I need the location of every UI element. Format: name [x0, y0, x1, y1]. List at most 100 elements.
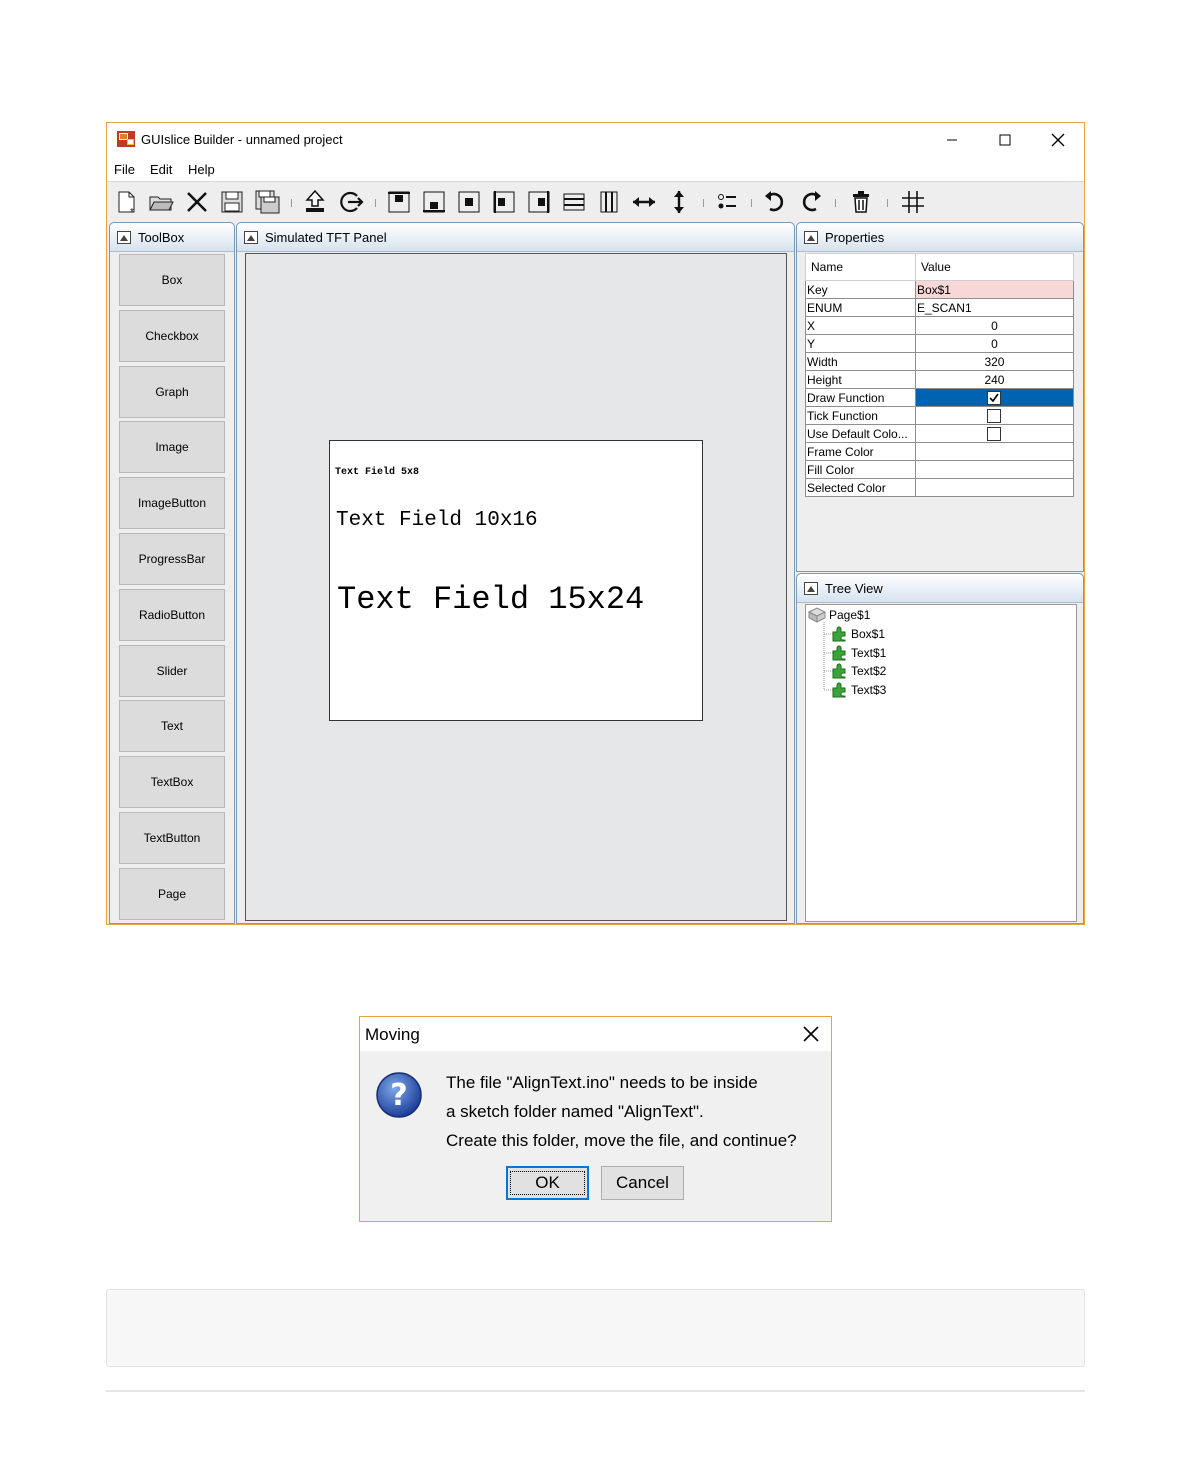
align-bottom-icon[interactable]	[420, 188, 448, 216]
property-name: Use Default Colo...	[805, 424, 916, 443]
property-row[interactable]: Draw Function	[805, 388, 1075, 407]
main-window: GUIslice Builder - unnamed project File …	[106, 122, 1085, 925]
property-checkbox[interactable]	[987, 408, 1002, 423]
toolbox-button-textbutton[interactable]: TextButton	[119, 812, 225, 864]
undo-icon[interactable]	[761, 188, 789, 216]
tree-item[interactable]: Box$1	[831, 625, 885, 643]
property-row[interactable]: Y0	[805, 334, 1075, 353]
tft-text-15x24[interactable]: Text Field 15x24	[337, 581, 644, 618]
property-name: Height	[805, 370, 916, 389]
property-value[interactable]: 0	[914, 334, 1075, 353]
property-value[interactable]	[914, 460, 1075, 479]
dialog-message-line-1: The file "AlignText.ino" needs to be ins…	[446, 1073, 758, 1092]
property-row[interactable]: Height 240	[805, 370, 1075, 389]
properties-table: Name Value Key Box$1 ENUM E_SCAN1 X 0 Y 0 Width 3…	[805, 253, 1075, 497]
toolbox-button-checkbox[interactable]: Checkbox	[119, 309, 225, 362]
delete-icon[interactable]	[847, 188, 875, 216]
property-value[interactable]	[914, 442, 1075, 461]
tree-item[interactable]: Text$2	[831, 662, 886, 680]
save-as-icon[interactable]	[253, 188, 281, 216]
toolbox-button-text[interactable]: Text	[119, 700, 225, 753]
properties-header-row: Name Value	[805, 253, 1075, 281]
property-value[interactable]	[914, 478, 1075, 497]
cancel-button[interactable]: Cancel	[601, 1166, 684, 1200]
app-icon	[117, 131, 135, 147]
exit-icon[interactable]	[337, 188, 365, 216]
new-project-icon[interactable]: *	[113, 188, 141, 216]
toolbox-button-progressbar[interactable]: ProgressBar	[119, 533, 225, 585]
close-button[interactable]	[1035, 123, 1081, 157]
export-code-icon[interactable]	[301, 188, 329, 216]
align-right-icon[interactable]	[525, 188, 553, 216]
dialog-close-icon[interactable]	[801, 1024, 821, 1044]
toolbox-button-box[interactable]: Box	[119, 254, 225, 306]
toolbox-button-imagebutton[interactable]: ImageButton	[119, 477, 225, 530]
redo-icon[interactable]	[797, 188, 825, 216]
tree-item[interactable]: Text$1	[831, 644, 886, 662]
align-vspacing-icon[interactable]	[595, 188, 623, 216]
puzzle-piece-icon	[832, 626, 846, 642]
property-row[interactable]: X0	[805, 316, 1075, 335]
ok-label: OK	[510, 1171, 585, 1195]
property-row[interactable]: Fill Color	[805, 460, 1075, 479]
group-icon[interactable]	[713, 188, 741, 216]
grid-icon[interactable]	[899, 188, 927, 216]
align-width-icon[interactable]	[630, 188, 658, 216]
open-folder-icon[interactable]	[147, 188, 175, 216]
property-value[interactable]: Box$1	[914, 280, 1075, 299]
property-checkbox[interactable]	[987, 390, 1002, 405]
property-name: Draw Function	[805, 388, 916, 407]
align-left-icon[interactable]	[490, 188, 518, 216]
property-value[interactable]: 320	[914, 352, 1075, 371]
maximize-button[interactable]	[982, 123, 1028, 157]
tree-root-page[interactable]: Page$1	[808, 606, 870, 624]
property-name: Fill Color	[805, 460, 916, 479]
tree-item-label: Text$2	[851, 664, 887, 679]
toolbox-button-slider[interactable]: Slider	[119, 644, 225, 697]
property-row[interactable]: Use Default Colo...	[805, 424, 1075, 443]
minimize-button[interactable]	[929, 123, 975, 157]
tft-text-5x8[interactable]: Text Field 5x8	[335, 467, 419, 478]
property-checkbox[interactable]	[987, 426, 1002, 441]
property-value[interactable]: E_SCAN1	[914, 298, 1075, 317]
property-value[interactable]	[914, 406, 1075, 425]
column-value-header: Value	[914, 253, 1075, 281]
menu-edit[interactable]: Edit	[150, 162, 172, 177]
page-icon	[808, 607, 826, 623]
menu-file[interactable]: File	[114, 162, 135, 177]
property-row[interactable]: Tick Function	[805, 406, 1075, 425]
toolbox-button-radiobutton[interactable]: RadioButton	[119, 588, 225, 641]
close-project-icon[interactable]	[183, 188, 211, 216]
menu-help[interactable]: Help	[188, 162, 215, 177]
property-value[interactable]	[914, 388, 1075, 407]
toolbox-button-textbox[interactable]: TextBox	[119, 756, 225, 809]
toolbox-button-page[interactable]: Page	[119, 867, 225, 920]
puzzle-piece-icon	[832, 682, 846, 698]
tft-box-element[interactable]: Text Field 5x8 Text Field 10x16 Text Fie…	[329, 440, 703, 721]
property-value[interactable]: 240	[914, 370, 1075, 389]
property-value[interactable]	[914, 424, 1075, 443]
property-row[interactable]: Selected Color	[805, 478, 1075, 497]
dialog-message-line-3: Create this folder, move the file, and c…	[446, 1131, 797, 1150]
tft-canvas[interactable]: Text Field 5x8 Text Field 10x16 Text Fie…	[245, 253, 787, 921]
ok-button[interactable]: OK	[506, 1166, 589, 1200]
property-name: ENUM	[805, 298, 916, 317]
align-height-icon[interactable]	[665, 188, 693, 216]
question-icon: ?	[376, 1072, 422, 1118]
tft-panel: Simulated TFT Panel Text Field 5x8 Text …	[236, 222, 795, 924]
align-top-icon[interactable]	[385, 188, 413, 216]
toolbox-button-graph[interactable]: Graph	[119, 365, 225, 418]
property-row[interactable]: ENUM E_SCAN1	[805, 298, 1075, 317]
align-hspacing-icon[interactable]	[560, 188, 588, 216]
property-row[interactable]: Width 320	[805, 352, 1075, 371]
toolbox-button-image[interactable]: Image	[119, 421, 225, 474]
property-value[interactable]: 0	[914, 316, 1075, 335]
empty-code-block	[106, 1289, 1085, 1367]
property-row[interactable]: Key Box$1	[805, 280, 1075, 299]
property-row[interactable]: Frame Color	[805, 442, 1075, 461]
moving-dialog: Moving ? The file "AlignText.ino" needs …	[359, 1016, 832, 1222]
align-center-icon[interactable]	[455, 188, 483, 216]
tree-item[interactable]: Text$3	[831, 681, 886, 699]
save-icon[interactable]	[218, 188, 246, 216]
tft-text-10x16[interactable]: Text Field 10x16	[336, 509, 538, 532]
